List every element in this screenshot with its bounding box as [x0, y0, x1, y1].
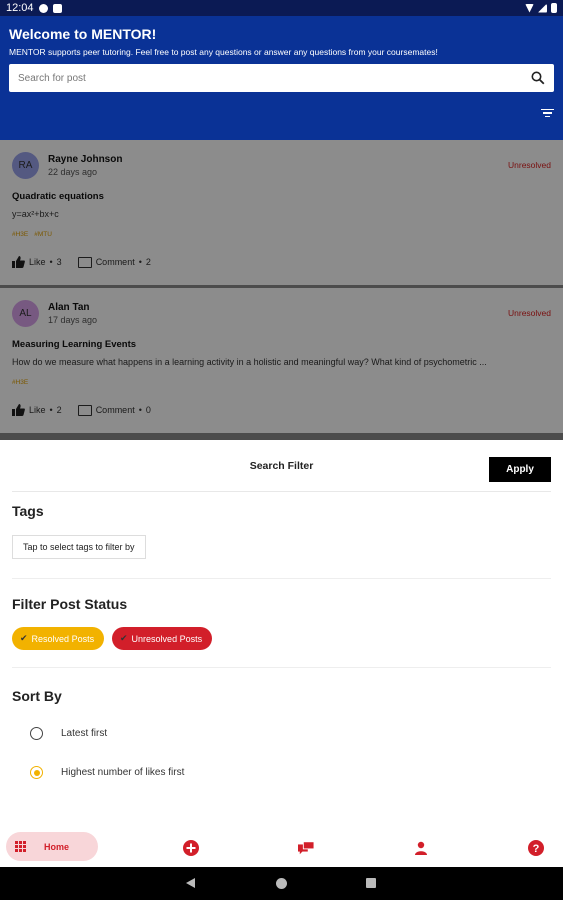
status-heading: Filter Post Status — [12, 596, 128, 612]
page-subtitle: MENTOR supports peer tutoring. Feel free… — [9, 47, 438, 57]
modal-scrim[interactable] — [0, 140, 563, 440]
chip-label: Unresolved Posts — [131, 633, 203, 644]
recents-icon[interactable] — [366, 878, 376, 888]
back-icon[interactable] — [186, 878, 195, 888]
system-nav-bar — [0, 867, 563, 900]
check-icon: ✔ — [20, 633, 28, 643]
search-icon[interactable] — [531, 71, 545, 85]
app-header: Welcome to MENTOR! MENTOR supports peer … — [0, 16, 563, 140]
tags-heading: Tags — [12, 503, 44, 519]
nav-home-label: Home — [44, 841, 70, 852]
tag-select-button[interactable]: Tap to select tags to filter by — [12, 535, 146, 559]
sort-option-likes[interactable]: Highest number of likes first — [30, 766, 184, 779]
chip-unresolved[interactable]: ✔ Unresolved Posts — [112, 627, 213, 650]
filter-sheet: Search Filter Apply Tags Tap to select t… — [0, 440, 563, 827]
sheet-header: Search Filter Apply — [12, 440, 551, 492]
apply-button[interactable]: Apply — [489, 457, 551, 482]
divider — [12, 578, 551, 579]
sort-option-label: Highest number of likes first — [61, 767, 185, 778]
status-bar: 12:04 — [0, 0, 563, 16]
radio-button[interactable] — [30, 727, 43, 740]
help-icon[interactable]: ? — [528, 840, 544, 856]
sim-icon — [52, 3, 62, 13]
nav-home[interactable]: Home — [6, 832, 98, 861]
svg-text:?: ? — [533, 843, 540, 855]
profile-icon[interactable] — [413, 840, 429, 856]
add-post-icon[interactable] — [183, 840, 199, 856]
grid-icon — [15, 841, 26, 852]
notification-icon — [38, 3, 48, 13]
forum-icon[interactable] — [298, 840, 314, 856]
divider — [12, 667, 551, 668]
signal-icon — [538, 3, 547, 13]
chip-resolved[interactable]: ✔ Resolved Posts — [12, 627, 105, 650]
sort-option-label: Latest first — [61, 728, 108, 739]
wifi-icon — [525, 3, 534, 13]
search-bar[interactable] — [9, 64, 554, 92]
sort-heading: Sort By — [12, 688, 62, 704]
sort-option-latest[interactable]: Latest first — [30, 727, 107, 740]
filter-icon[interactable] — [540, 106, 554, 120]
battery-icon — [551, 3, 557, 13]
home-circle-icon[interactable] — [276, 878, 287, 889]
page-title: Welcome to MENTOR! — [9, 26, 157, 42]
sheet-title: Search Filter — [249, 459, 314, 472]
search-input[interactable] — [18, 72, 531, 84]
bottom-nav: Home ? — [0, 827, 563, 867]
radio-button[interactable] — [30, 766, 43, 779]
status-time: 12:04 — [6, 2, 34, 14]
chip-label: Resolved Posts — [31, 633, 95, 644]
check-icon: ✔ — [120, 633, 128, 643]
